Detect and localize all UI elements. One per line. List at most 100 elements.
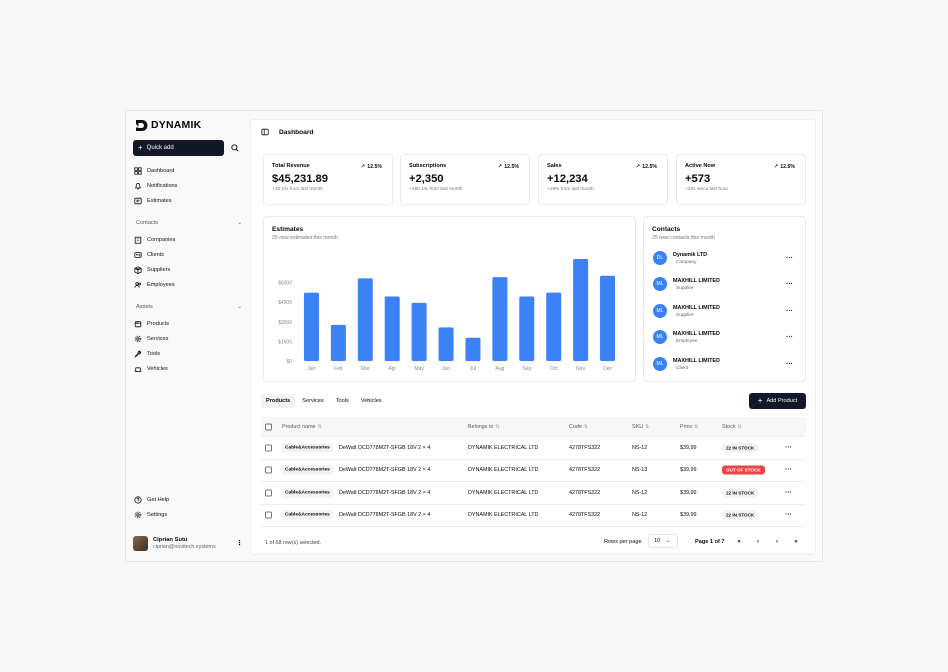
tab-vehicles[interactable]: Vehicles bbox=[356, 394, 387, 408]
sidebar-item-notifications[interactable]: Notifications bbox=[134, 182, 177, 190]
sidebar-item-services[interactable]: Services bbox=[134, 335, 168, 343]
column-header-price[interactable]: Price ⇅ bbox=[680, 424, 699, 430]
sidebar-item-estimates[interactable]: Estimates bbox=[134, 197, 172, 205]
sidebar-item-products[interactable]: Products bbox=[134, 320, 169, 328]
column-header-belongs-to[interactable]: Belongs to ⇅ bbox=[468, 424, 500, 430]
bar-jan[interactable] bbox=[303, 292, 319, 361]
contacts-section-header[interactable]: Contacts ⌄ bbox=[136, 220, 242, 226]
sidebar-item-clients[interactable]: Clients bbox=[134, 251, 164, 259]
first-page-button[interactable]: « bbox=[733, 536, 745, 548]
tab-services[interactable]: Services bbox=[297, 394, 328, 408]
search-icon bbox=[231, 144, 239, 152]
user-menu-icon[interactable]: ⋮ bbox=[236, 539, 243, 547]
trend-up-icon: ↗ bbox=[773, 164, 779, 170]
table-row[interactable]: Cable&Accessories DeWalt DCD778M2T-SFGB … bbox=[261, 482, 806, 505]
stat-change-value: 12.5% bbox=[780, 164, 795, 170]
gear-icon bbox=[134, 511, 142, 519]
bar-dec[interactable] bbox=[600, 275, 616, 361]
row-more-icon[interactable]: ··· bbox=[785, 467, 792, 474]
tab-products[interactable]: Products bbox=[261, 394, 296, 408]
sidebar-item-companies[interactable]: Companies bbox=[134, 236, 175, 244]
sidebar-item-vehicles[interactable]: Vehicles bbox=[134, 365, 168, 373]
sidebar-item-dashboard[interactable]: Dashboard bbox=[134, 167, 174, 175]
sidebar-item-label: Tools bbox=[147, 351, 161, 357]
bar-nov[interactable] bbox=[573, 259, 589, 361]
last-page-button[interactable]: » bbox=[790, 536, 802, 548]
row-checkbox[interactable] bbox=[265, 489, 272, 497]
building-icon bbox=[134, 236, 142, 244]
column-header-sku[interactable]: SKU ⇅ bbox=[632, 424, 649, 430]
more-icon[interactable]: ··· bbox=[786, 281, 793, 288]
belongs-to: DYNAMIK ELECTRICAL LTD bbox=[468, 489, 539, 496]
row-more-icon[interactable]: ··· bbox=[785, 512, 792, 519]
belongs-to: DYNAMIK ELECTRICAL LTD bbox=[468, 467, 539, 474]
contacts-title: Contacts bbox=[652, 226, 681, 233]
sidebar-item-settings[interactable]: Settings bbox=[134, 511, 167, 519]
quick-add-button[interactable]: + Quick add bbox=[133, 140, 224, 156]
product-code: 4278TFS322 bbox=[569, 512, 601, 519]
asset-tabs: Products Services Tools Vehicles bbox=[261, 394, 387, 408]
stat-sub: +19% from last month bbox=[547, 187, 594, 192]
product-sku: NS-12 bbox=[632, 512, 648, 519]
bar-feb[interactable] bbox=[330, 324, 346, 361]
contact-item[interactable]: ML MAXHILL LIMITED Client ··· bbox=[653, 357, 793, 371]
column-label: Code bbox=[569, 423, 582, 430]
more-icon[interactable]: ··· bbox=[786, 308, 793, 315]
column-header-product-name[interactable]: Product name ⇅ bbox=[282, 424, 322, 430]
row-more-icon[interactable]: ··· bbox=[785, 489, 792, 496]
select-all-checkbox[interactable] bbox=[265, 423, 272, 430]
column-label: Price bbox=[680, 423, 693, 430]
product-name: DeWalt DCD778M2T-SFGB 18V 2 × 4 bbox=[339, 467, 431, 474]
stat-sub: +201 since last hour bbox=[685, 187, 729, 192]
bar-jul[interactable] bbox=[465, 337, 481, 361]
bar-may[interactable] bbox=[411, 302, 427, 361]
user-email: ciprian@novitech.systems bbox=[153, 544, 216, 550]
column-header-code[interactable]: Code ⇅ bbox=[569, 424, 588, 430]
bar-oct[interactable] bbox=[546, 292, 562, 361]
sidebar-item-suppliers[interactable]: Suppliers bbox=[134, 266, 170, 274]
stock-badge: 22 IN STOCK bbox=[722, 443, 759, 453]
add-product-button[interactable]: + Add Product bbox=[749, 393, 806, 409]
table-row[interactable]: Cable&Accessories DeWalt DCD778M2T-SFGB … bbox=[261, 460, 806, 482]
row-checkbox[interactable] bbox=[265, 511, 272, 519]
stat-change-value: 12.5% bbox=[367, 164, 382, 170]
contact-item[interactable]: ML MAXHILL LIMITED Employee ··· bbox=[653, 330, 793, 344]
row-more-icon[interactable]: ··· bbox=[785, 444, 792, 451]
bar-aug[interactable] bbox=[492, 277, 508, 361]
row-checkbox[interactable] bbox=[265, 444, 272, 452]
stock-badge: 22 IN STOCK bbox=[722, 488, 759, 498]
user-profile[interactable]: Ciprian Sutu ciprian@novitech.systems bbox=[133, 536, 216, 551]
sidebar-toggle-icon[interactable] bbox=[261, 128, 269, 136]
sidebar-item-get-help[interactable]: Get Help bbox=[134, 496, 169, 504]
more-icon[interactable]: ··· bbox=[786, 334, 793, 341]
sidebar-item-tools[interactable]: Tools bbox=[134, 350, 160, 358]
table-row[interactable]: Cable&Accessories DeWalt DCD778M2T-SFGB … bbox=[261, 505, 806, 527]
column-header-stock[interactable]: Stock ⇅ bbox=[722, 424, 742, 430]
x-tick-label: Jul bbox=[470, 366, 476, 372]
sidebar-item-label: Notifications bbox=[147, 183, 178, 189]
bar-jun[interactable] bbox=[438, 327, 454, 361]
more-icon[interactable]: ··· bbox=[786, 361, 793, 368]
more-icon[interactable]: ··· bbox=[786, 255, 793, 262]
contact-item[interactable]: ML MAXHILL LIMITED Supplier ··· bbox=[653, 304, 793, 318]
contact-name: MAXHILL LIMITED bbox=[673, 304, 720, 311]
sidebar-item-employees[interactable]: Employees bbox=[134, 281, 175, 289]
product-code: 4278TFS322 bbox=[569, 489, 601, 496]
row-checkbox[interactable] bbox=[265, 466, 272, 474]
next-page-button[interactable]: › bbox=[771, 536, 783, 548]
bar-mar[interactable] bbox=[357, 278, 373, 361]
x-tick-label: Sep bbox=[522, 366, 531, 372]
column-label: SKU bbox=[632, 423, 644, 430]
bar-sep[interactable] bbox=[519, 296, 535, 361]
rows-per-page-select[interactable]: 10 ⌄ bbox=[648, 534, 678, 548]
table-row[interactable]: Cable&Accessories DeWalt DCD778M2T-SFGB … bbox=[261, 437, 806, 460]
tab-tools[interactable]: Tools bbox=[331, 394, 354, 408]
search-button[interactable] bbox=[229, 142, 241, 154]
y-tick-label: $0 bbox=[286, 359, 292, 365]
contact-item[interactable]: DL Dynamik LTD Company ··· bbox=[653, 251, 793, 265]
brand-logo[interactable]: DYNAMIK bbox=[136, 119, 201, 131]
contact-item[interactable]: ML MAXHILL LIMITED Supplier ··· bbox=[653, 277, 793, 291]
bar-apr[interactable] bbox=[384, 296, 400, 361]
prev-page-button[interactable]: ‹ bbox=[752, 536, 764, 548]
assets-section-header[interactable]: Assets ⌄ bbox=[136, 304, 242, 310]
